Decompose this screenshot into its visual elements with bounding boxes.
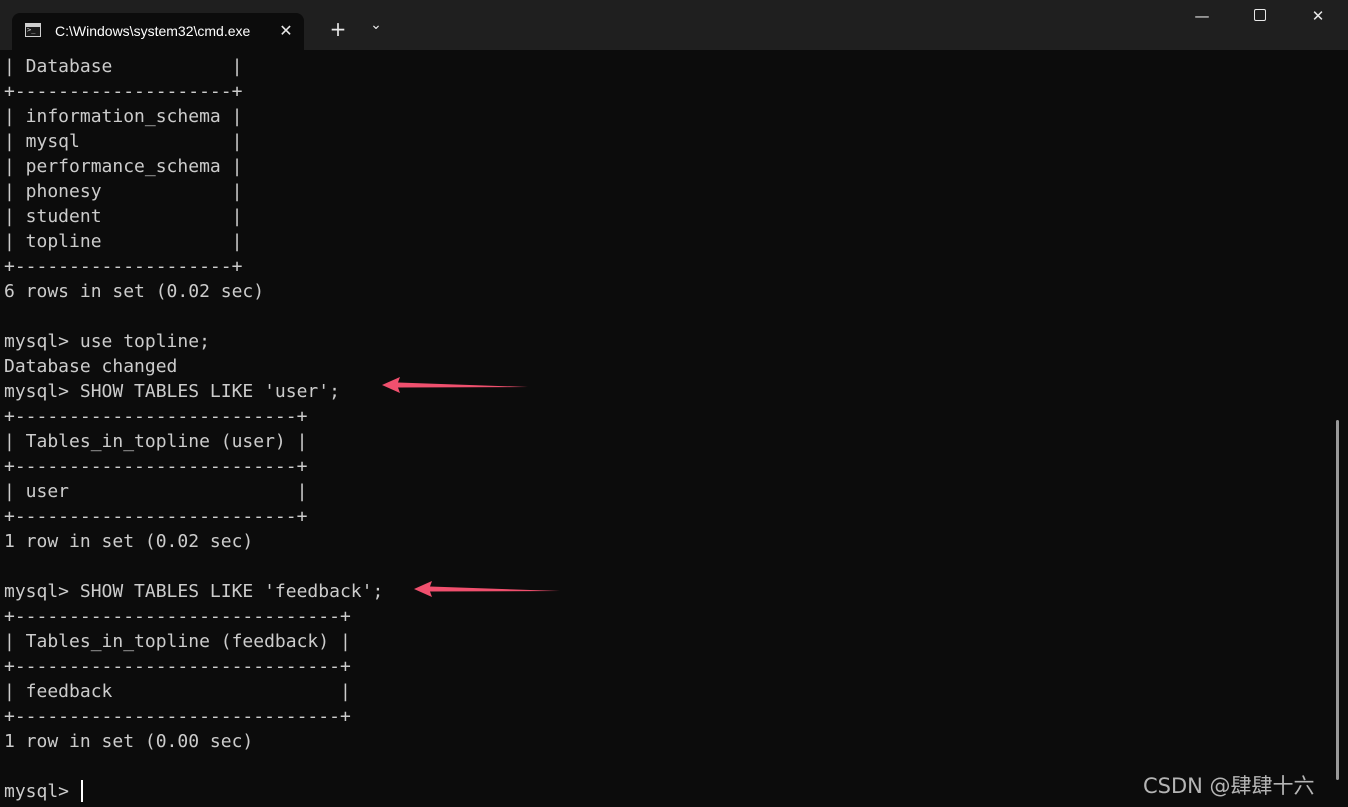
prompt: mysql> — [4, 781, 80, 802]
terminal-line: +--------------------+ — [4, 256, 243, 277]
terminal-line: 1 row in set (0.00 sec) — [4, 731, 254, 752]
close-window-button[interactable]: ✕ — [1295, 7, 1341, 43]
terminal-window: C:\Windows\system32\cmd.exe ✕ + ⌄ — ✕ | … — [0, 0, 1348, 807]
terminal-line: +--------------------------+ — [4, 456, 308, 477]
terminal-line: | information_schema | — [4, 106, 243, 127]
terminal-line: | Database | — [4, 56, 243, 77]
terminal-line: 1 row in set (0.02 sec) — [4, 531, 254, 552]
terminal-line: | mysql | — [4, 131, 243, 152]
maximize-button[interactable] — [1237, 7, 1283, 43]
terminal-line: | Tables_in_topline (user) | — [4, 431, 308, 452]
terminal-line: mysql> SHOW TABLES LIKE 'feedback'; — [4, 581, 384, 602]
terminal-line: +--------------------+ — [4, 81, 243, 102]
tab-title: C:\Windows\system32\cmd.exe — [55, 23, 251, 39]
maximize-icon — [1254, 9, 1266, 21]
terminal-line: 6 rows in set (0.02 sec) — [4, 281, 265, 302]
close-tab-icon[interactable]: ✕ — [274, 19, 298, 43]
terminal-line: | feedback | — [4, 681, 351, 702]
annotation-arrow-feedback — [414, 581, 560, 597]
title-bar[interactable]: C:\Windows\system32\cmd.exe ✕ + ⌄ — ✕ — [0, 0, 1348, 50]
terminal-line: | Tables_in_topline (feedback) | — [4, 631, 351, 652]
minimize-button[interactable]: — — [1179, 7, 1225, 43]
terminal-prompt-line[interactable]: mysql> — [4, 779, 1324, 804]
annotation-arrow-user — [382, 377, 528, 393]
terminal-line: +--------------------------+ — [4, 506, 308, 527]
terminal-line: +--------------------------+ — [4, 406, 308, 427]
terminal-line: | phonesy | — [4, 181, 243, 202]
terminal-line: Database changed — [4, 356, 178, 377]
terminal-line: | topline | — [4, 231, 243, 252]
terminal-output[interactable]: | Database | +--------------------+ | info… — [4, 54, 1324, 804]
text-cursor — [80, 780, 83, 802]
terminal-line: mysql> use topline; — [4, 331, 210, 352]
terminal-line: | student | — [4, 206, 243, 227]
terminal-line: +------------------------------+ — [4, 706, 351, 727]
terminal-line: +------------------------------+ — [4, 656, 351, 677]
chevron-down-icon[interactable]: ⌄ — [361, 17, 391, 47]
terminal-line: mysql> SHOW TABLES LIKE 'user'; — [4, 381, 340, 402]
terminal-line: +------------------------------+ — [4, 606, 351, 627]
terminal-line: | user | — [4, 481, 308, 502]
terminal-line: | performance_schema | — [4, 156, 243, 177]
terminal-icon — [25, 23, 41, 37]
scrollbar-thumb[interactable] — [1336, 420, 1339, 780]
tab-cmd[interactable]: C:\Windows\system32\cmd.exe ✕ — [12, 13, 304, 50]
new-tab-button[interactable]: + — [323, 17, 353, 47]
watermark: CSDN @肆肆十六 — [1143, 774, 1315, 798]
